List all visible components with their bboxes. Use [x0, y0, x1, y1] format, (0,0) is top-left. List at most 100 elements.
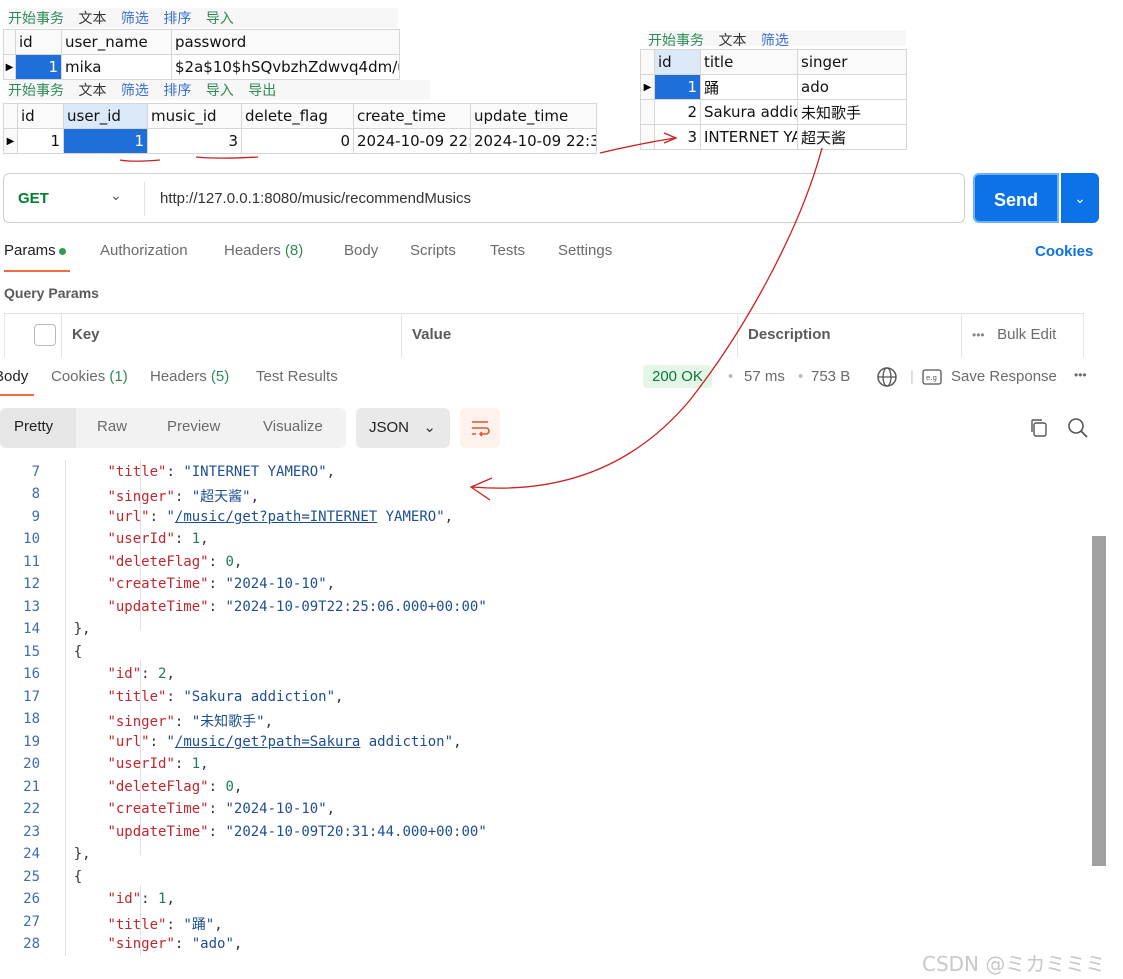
column-header[interactable]: create_time	[353, 103, 471, 129]
tab-response-headers[interactable]: Headers (5)	[150, 368, 229, 385]
table-cell[interactable]: $2a$10$hSQvbzhZdwvq4dm/u'	[171, 54, 400, 80]
sort-button[interactable]: 排序	[163, 80, 191, 100]
tab-authorization[interactable]: Authorization	[100, 242, 188, 259]
text-button[interactable]: 文本	[78, 8, 106, 28]
send-options-chevron-icon[interactable]: ⌄	[1061, 173, 1099, 223]
column-header[interactable]: singer	[797, 49, 907, 75]
export-button[interactable]: 导出	[248, 80, 276, 100]
table-cell[interactable]: INTERNET YA	[700, 124, 798, 150]
column-header[interactable]: user_id	[63, 103, 148, 129]
table-cell[interactable]: 1	[63, 128, 148, 154]
tab-response-cookies[interactable]: Cookies (1)	[51, 368, 128, 385]
table-cell[interactable]: 0	[241, 128, 354, 154]
table-cell[interactable]: 3	[654, 124, 701, 150]
row-pointer-icon: ▶	[640, 74, 655, 100]
code-line: "title": "INTERNET YAMERO",	[107, 464, 336, 480]
line-number: 7	[31, 464, 40, 480]
column-header[interactable]: id	[654, 49, 701, 75]
import-button[interactable]: 导入	[206, 80, 234, 100]
code-line: "id": 2,	[107, 666, 175, 682]
query-params-table: Key Value Description ••• Bulk Edit	[4, 313, 1085, 358]
text-button[interactable]: 文本	[718, 30, 746, 46]
table-cell[interactable]: 2	[654, 99, 701, 125]
search-icon[interactable]	[1067, 417, 1089, 442]
select-all-checkbox[interactable]	[34, 324, 56, 346]
tab-scripts[interactable]: Scripts	[410, 242, 456, 259]
table-cell[interactable]: 未知歌手	[797, 99, 907, 125]
column-header[interactable]: user_name	[61, 29, 172, 55]
tab-params[interactable]: Params	[4, 242, 66, 259]
response-time[interactable]: 57 ms	[744, 368, 785, 385]
filter-button[interactable]: 筛选	[121, 80, 149, 100]
response-body-viewer[interactable]: 7 8 9 10 11 12 13 14 15 16 17 18 19 20 2…	[0, 460, 1092, 956]
code-line: "singer": "ado",	[107, 936, 243, 952]
column-header[interactable]: id	[15, 29, 62, 55]
json-value: 踊	[191, 917, 206, 933]
bulk-edit-button[interactable]: ••• Bulk Edit	[961, 314, 1085, 358]
json-value: 1	[191, 531, 201, 547]
tab-body[interactable]: Body	[344, 242, 378, 259]
view-pretty-button[interactable]: Pretty	[14, 418, 53, 435]
copy-icon[interactable]	[1028, 417, 1050, 442]
table-cell[interactable]: 踊	[700, 74, 798, 100]
column-header[interactable]: update_time	[470, 103, 597, 129]
column-header[interactable]: title	[700, 49, 798, 75]
tab-test-results[interactable]: Test Results	[256, 368, 338, 385]
code-line: "title": "踊",	[107, 917, 223, 933]
view-visualize-button[interactable]: Visualize	[263, 418, 323, 435]
music-table-toolbar: 开始事务 文本 筛选	[648, 30, 906, 46]
column-header[interactable]: id	[17, 103, 64, 129]
table-cell[interactable]: 3	[147, 128, 242, 154]
response-size[interactable]: 753 B	[811, 368, 850, 385]
tab-tests[interactable]: Tests	[490, 242, 525, 259]
more-options-icon[interactable]: •••	[1074, 368, 1087, 382]
format-select[interactable]: JSON ⌄	[356, 408, 450, 448]
cookies-link[interactable]: Cookies	[1035, 243, 1093, 260]
table-cell[interactable]: 2024-10-09 22:3	[470, 128, 597, 154]
table-cell[interactable]: 2024-10-09 22:3	[353, 128, 471, 154]
status-dot-icon	[58, 247, 66, 255]
json-value: 1	[158, 891, 167, 907]
json-value: INTERNET YAMERO	[191, 464, 319, 480]
json-url-link[interactable]: /music/get?path=INTERNET	[175, 509, 377, 525]
line-number: 14	[23, 621, 40, 637]
send-button[interactable]: Send	[973, 173, 1059, 223]
code-line: {	[40, 644, 83, 660]
status-badge[interactable]: 200 OK	[643, 365, 712, 388]
json-value: 2024-10-10	[233, 801, 319, 817]
view-raw-button[interactable]: Raw	[97, 418, 127, 435]
tab-headers[interactable]: Headers (8)	[224, 242, 303, 259]
chevron-down-icon[interactable]: ⌄	[110, 187, 122, 204]
begin-transaction-button[interactable]: 开始事务	[8, 80, 64, 100]
table-cell[interactable]: 超天酱	[797, 124, 907, 150]
table-cell[interactable]: ado	[797, 74, 907, 100]
import-button[interactable]: 导入	[206, 8, 234, 28]
begin-transaction-button[interactable]: 开始事务	[648, 30, 704, 46]
json-value: 超天酱	[200, 489, 243, 505]
text-button[interactable]: 文本	[78, 80, 106, 100]
table-cell[interactable]: mika	[61, 54, 172, 80]
table-cell[interactable]: 1	[654, 74, 701, 100]
view-preview-button[interactable]: Preview	[167, 418, 220, 435]
globe-icon[interactable]	[876, 366, 898, 392]
tab-settings[interactable]: Settings	[558, 242, 612, 259]
save-response-button[interactable]: Save Response	[951, 368, 1057, 385]
json-url-link[interactable]: /music/get?path=Sakura	[175, 734, 360, 750]
method-select[interactable]: GET	[18, 190, 49, 207]
begin-transaction-button[interactable]: 开始事务	[8, 8, 64, 28]
sort-button[interactable]: 排序	[163, 8, 191, 28]
tab-response-body[interactable]: Body	[0, 368, 28, 385]
table-cell[interactable]: 1	[15, 54, 62, 80]
filter-button[interactable]: 筛选	[121, 8, 149, 28]
code-line: "createTime": "2024-10-10",	[107, 801, 336, 817]
column-header[interactable]: music_id	[147, 103, 242, 129]
column-header[interactable]: delete_flag	[241, 103, 354, 129]
request-url-bar: GET ⌄ http://127.0.0.1:8080/music/recomm…	[3, 173, 965, 223]
wrap-lines-button[interactable]	[460, 408, 500, 448]
filter-button[interactable]: 筛选	[761, 30, 789, 46]
table-cell[interactable]: Sakura addic	[700, 99, 798, 125]
vertical-scrollbar[interactable]	[1092, 536, 1106, 866]
column-header[interactable]: password	[171, 29, 400, 55]
table-cell[interactable]: 1	[17, 128, 64, 154]
url-input[interactable]: http://127.0.0.1:8080/music/recommendMus…	[160, 190, 471, 207]
